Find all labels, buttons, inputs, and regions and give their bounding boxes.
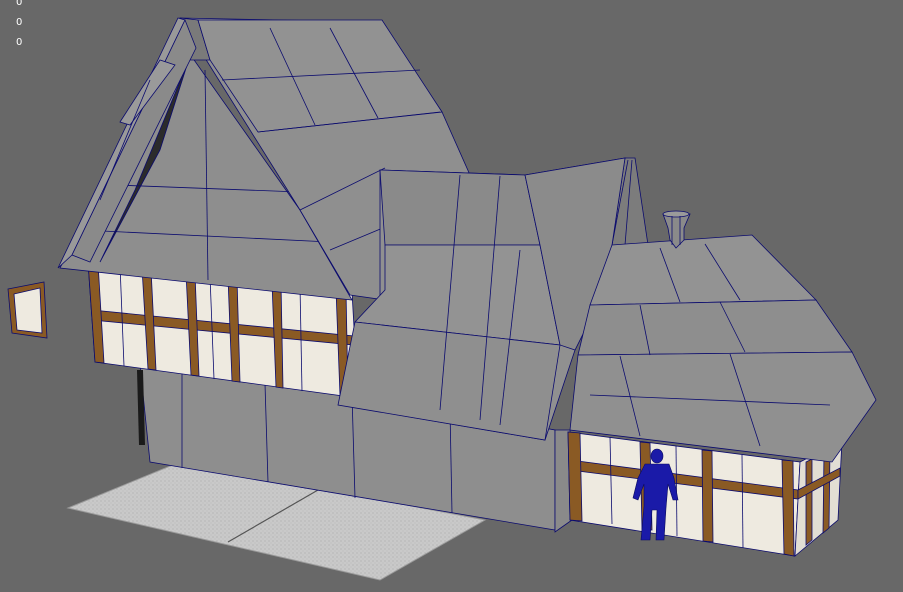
3d-viewport[interactable]: 0 0 0 bbox=[0, 0, 903, 592]
house-model-scene[interactable] bbox=[0, 0, 903, 592]
right-tiered-roof[interactable] bbox=[569, 234, 877, 463]
detached-window-frame[interactable] bbox=[7, 281, 48, 339]
